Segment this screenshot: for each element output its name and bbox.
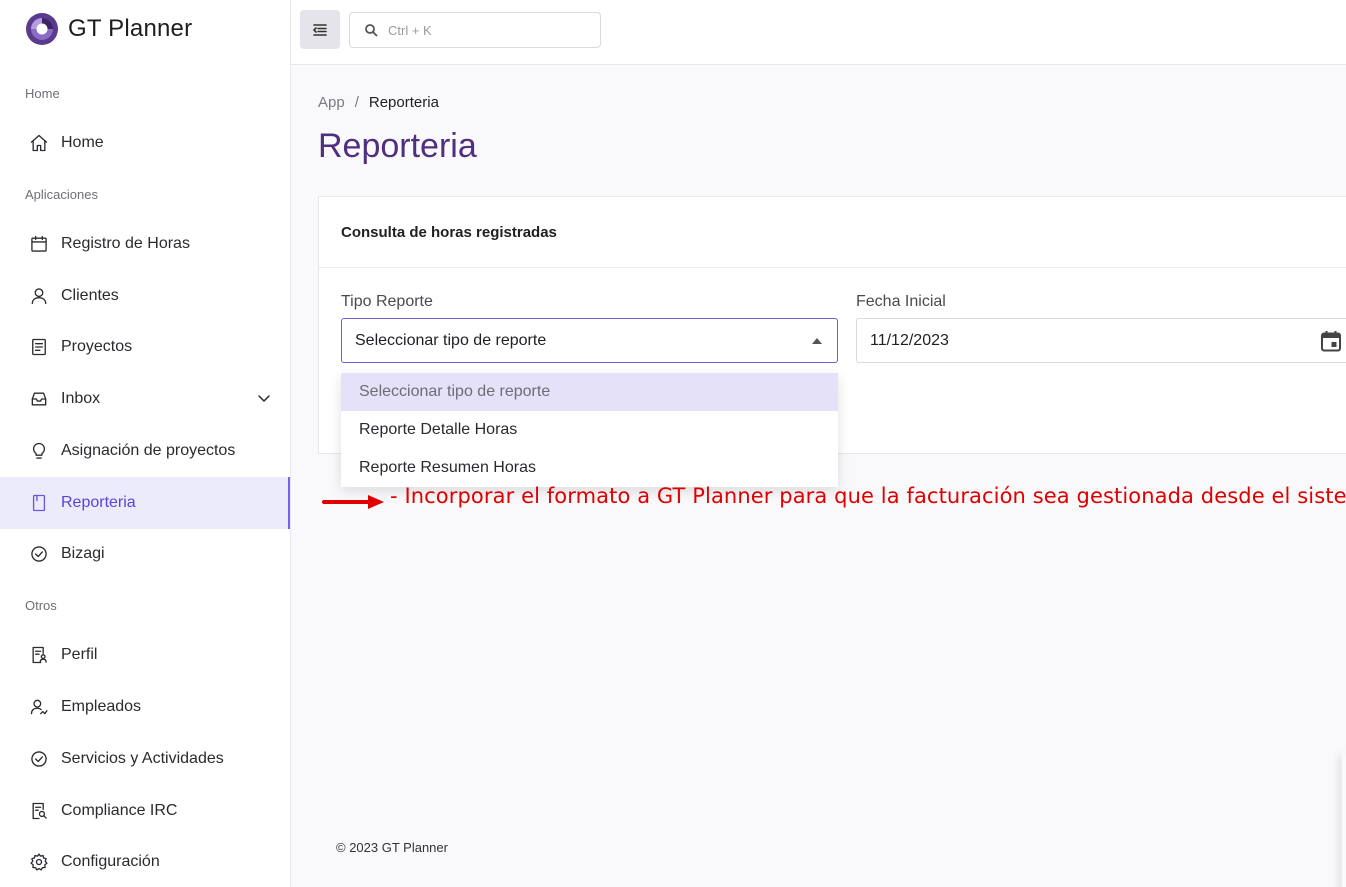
user-icon bbox=[28, 285, 50, 307]
tipo-reporte-dropdown: Seleccionar tipo de reporte Reporte Deta… bbox=[341, 373, 838, 487]
sidebar-item-inbox[interactable]: Inbox bbox=[0, 373, 290, 425]
tipo-reporte-label: Tipo Reporte bbox=[341, 293, 433, 310]
tipo-reporte-value: Seleccionar tipo de reporte bbox=[355, 331, 547, 349]
menu-toggle-button[interactable] bbox=[300, 10, 340, 49]
tipo-reporte-select[interactable]: Seleccionar tipo de reporte bbox=[341, 318, 838, 363]
edge-shadow bbox=[1342, 755, 1346, 887]
brand-name: GT Planner bbox=[68, 15, 193, 42]
sidebar-item-label: Asignación de proyectos bbox=[61, 442, 236, 459]
sidebar-item-proyectos[interactable]: Proyectos bbox=[0, 321, 290, 373]
fecha-inicial-value: 11/12/2023 bbox=[870, 331, 949, 349]
sidebar-item-compliance[interactable]: Compliance IRC bbox=[0, 785, 290, 837]
sidebar-item-label: Empleados bbox=[61, 698, 142, 715]
sidebar-item-label: Clientes bbox=[61, 287, 119, 304]
document-icon bbox=[28, 336, 50, 358]
red-arrow-icon bbox=[322, 495, 384, 509]
fecha-inicial-label: Fecha Inicial bbox=[856, 293, 946, 310]
sidebar-item-label: Home bbox=[61, 134, 104, 151]
sidebar-item-label: Reporteria bbox=[61, 494, 136, 511]
check-circle-icon bbox=[28, 748, 50, 770]
sidebar-item-perfil[interactable]: Perfil bbox=[0, 629, 290, 681]
sidebar-item-empleados[interactable]: Empleados bbox=[0, 681, 290, 733]
footer: © 2023 GT Planner bbox=[336, 840, 448, 855]
card-title: Consulta de horas registradas bbox=[319, 197, 1346, 268]
sidebar-item-reporteria[interactable]: Reporteria bbox=[0, 477, 290, 529]
dropdown-option[interactable]: Seleccionar tipo de reporte bbox=[341, 373, 838, 411]
breadcrumb: App / Reporteria bbox=[318, 94, 439, 111]
gear-icon bbox=[28, 851, 50, 873]
sidebar-item-label: Perfil bbox=[61, 646, 98, 663]
calendar-icon bbox=[28, 233, 50, 255]
sidebar-item-label: Compliance IRC bbox=[61, 802, 178, 819]
sidebar-item-label: Configuración bbox=[61, 853, 160, 870]
sidebar-item-label: Proyectos bbox=[61, 338, 133, 355]
dropdown-option[interactable]: Reporte Resumen Horas bbox=[341, 449, 838, 487]
brand[interactable]: GT Planner bbox=[25, 12, 192, 46]
menu-collapse-icon bbox=[312, 23, 327, 36]
sidebar-item-bizagi[interactable]: Bizagi bbox=[0, 528, 290, 580]
search-icon bbox=[365, 24, 378, 37]
bookmark-icon bbox=[28, 492, 50, 514]
section-label-others: Otros bbox=[25, 598, 57, 613]
sidebar-item-servicios[interactable]: Servicios y Actividades bbox=[0, 733, 290, 785]
sidebar: GT Planner Home Home Aplicaciones Regist… bbox=[0, 0, 291, 887]
topbar bbox=[291, 0, 1346, 65]
calendar-picker-icon[interactable] bbox=[1319, 329, 1343, 353]
breadcrumb-current: Reporteria bbox=[368, 94, 439, 111]
sidebar-item-home[interactable]: Home bbox=[0, 117, 290, 169]
gt-planner-logo-icon bbox=[26, 13, 58, 45]
page-title: Reporteria bbox=[318, 127, 477, 165]
fecha-inicial-input[interactable]: 11/12/2023 bbox=[856, 318, 1346, 363]
home-icon bbox=[28, 132, 50, 154]
sidebar-item-label: Registro de Horas bbox=[61, 235, 190, 252]
dropdown-option[interactable]: Reporte Detalle Horas bbox=[341, 411, 838, 449]
profile-icon bbox=[28, 644, 50, 666]
breadcrumb-root[interactable]: App bbox=[318, 94, 345, 111]
caret-up-icon bbox=[812, 338, 822, 344]
chevron-down-icon[interactable] bbox=[256, 390, 272, 406]
sidebar-item-configuracion[interactable]: Configuración bbox=[0, 836, 290, 887]
check-circle-icon bbox=[28, 543, 50, 565]
annotation-note: - Incorporar el formato a GT Planner par… bbox=[390, 484, 1346, 508]
section-label-home: Home bbox=[25, 86, 60, 101]
inbox-icon bbox=[28, 388, 50, 410]
search-document-icon bbox=[28, 800, 50, 822]
search-box[interactable] bbox=[349, 12, 601, 48]
sidebar-item-asignacion[interactable]: Asignación de proyectos bbox=[0, 425, 290, 477]
sidebar-item-label: Inbox bbox=[61, 390, 101, 407]
sidebar-item-label: Bizagi bbox=[61, 545, 105, 562]
users-icon bbox=[28, 696, 50, 718]
sidebar-item-label: Servicios y Actividades bbox=[61, 750, 224, 767]
lightbulb-icon bbox=[28, 440, 50, 462]
sidebar-item-clientes[interactable]: Clientes bbox=[0, 270, 290, 322]
section-label-apps: Aplicaciones bbox=[25, 187, 98, 202]
sidebar-item-registro-horas[interactable]: Registro de Horas bbox=[0, 218, 290, 270]
search-input[interactable] bbox=[388, 22, 588, 38]
breadcrumb-separator: / bbox=[354, 94, 359, 111]
